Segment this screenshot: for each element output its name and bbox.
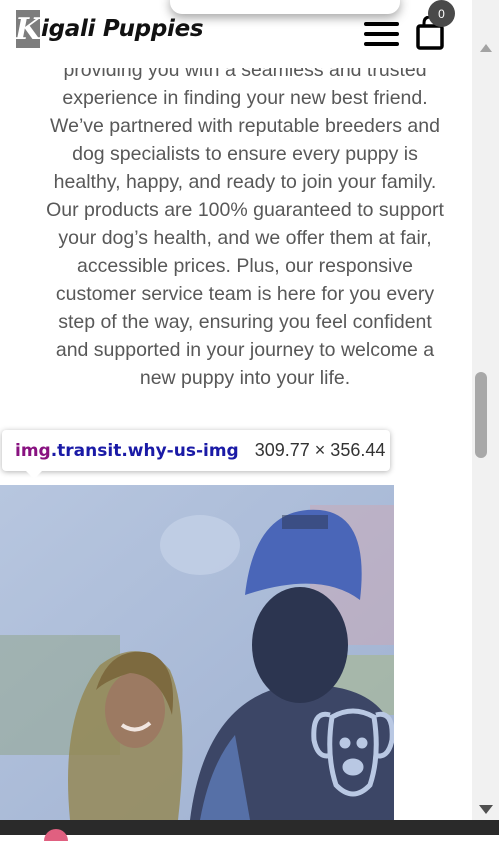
paragraph-line: and supported in your journey to welcome… <box>55 339 435 361</box>
site-logo[interactable]: K igali Puppies <box>14 10 204 48</box>
bottom-bar <box>0 820 499 835</box>
paragraph-line: We’ve partnered with reputable breeders … <box>50 115 440 137</box>
scrollbar-thumb[interactable] <box>475 372 487 458</box>
devtools-element-tooltip: img .transit.why-us-img 309.77 × 356.44 <box>2 430 390 479</box>
paragraph-line: dog specialists to ensure every puppy is <box>72 143 418 165</box>
why-us-paragraph: providing you with a seamless and truste… <box>20 56 470 392</box>
paragraph-line: accessible prices. Plus, our responsive <box>77 255 413 277</box>
paragraph-line: new puppy into your life. <box>139 367 351 389</box>
menu-bar <box>364 22 399 26</box>
tooltip-class: .transit.why-us-img <box>50 440 239 461</box>
menu-bar <box>364 32 399 36</box>
why-us-photo-illustration <box>0 485 394 820</box>
paragraph-line: experience in finding your new best frie… <box>62 87 428 109</box>
vertical-scrollbar[interactable] <box>472 0 499 820</box>
tooltip-tag: img <box>15 440 51 461</box>
scroll-up-arrow-icon[interactable] <box>480 44 492 52</box>
paragraph-line: healthy, happy, and ready to join your f… <box>53 171 437 193</box>
paragraph-line: Our products are 100% guaranteed to supp… <box>46 199 444 221</box>
menu-bar <box>364 42 399 46</box>
cart-count-badge: 0 <box>428 0 455 27</box>
logo-letter: K <box>14 10 42 48</box>
why-us-image <box>0 485 394 820</box>
header-dropdown-shadow <box>170 0 400 14</box>
paragraph-line: step of the way, ensuring you feel confi… <box>58 311 432 333</box>
paragraph-line: your dog’s health, and we offer them at … <box>58 227 432 249</box>
hamburger-menu-icon[interactable] <box>364 22 399 48</box>
paragraph-line: customer service team is here for you ev… <box>55 283 435 305</box>
scroll-down-arrow-icon[interactable] <box>479 805 493 814</box>
site-header: K igali Puppies <box>0 0 472 68</box>
logo-text: igali Puppies <box>41 16 204 42</box>
tooltip-dimensions: 309.77 × 356.44 <box>254 440 386 460</box>
